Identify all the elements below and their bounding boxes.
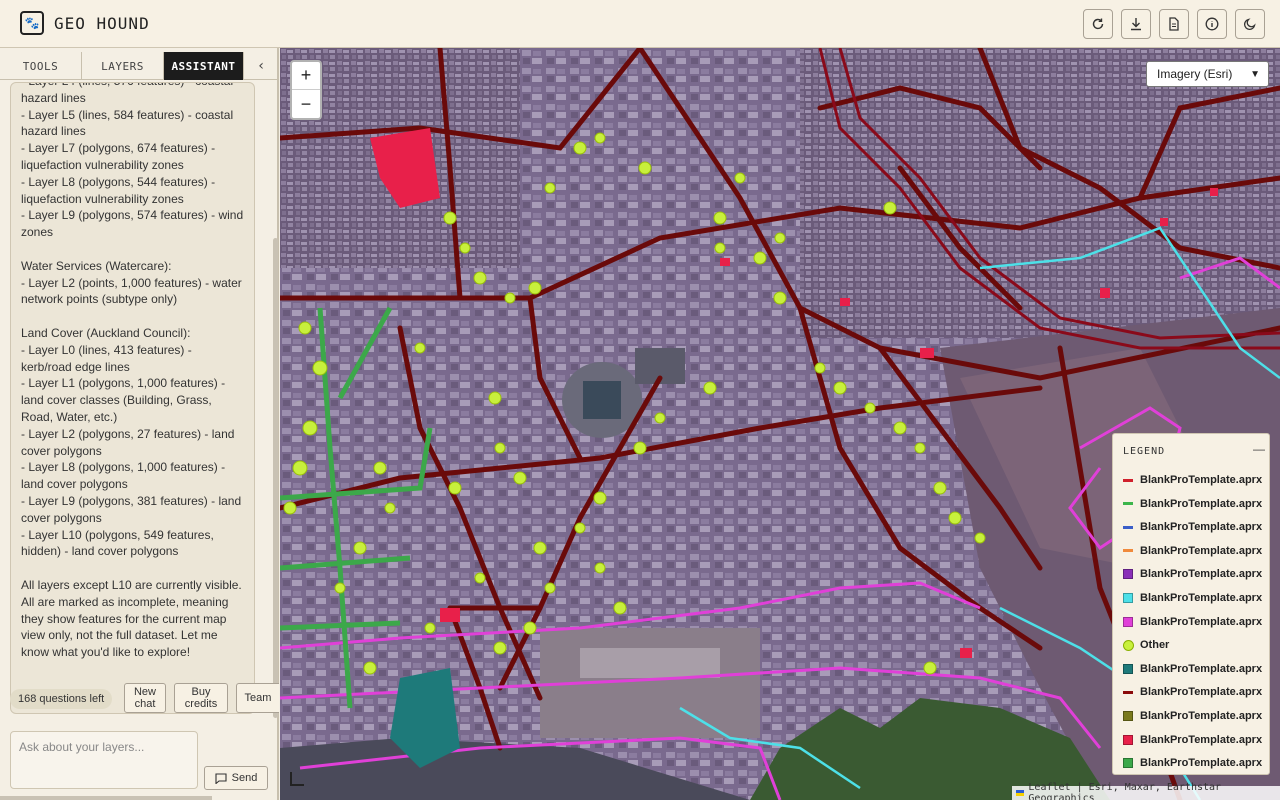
attribution-text: Leaflet | Esri, Maxar, Earthstar Geograp…: [1028, 782, 1222, 800]
legend-item: BlankProTemplate.aprx: [1123, 496, 1262, 512]
legend-swatch: [1123, 639, 1134, 651]
legend-item: Other: [1123, 637, 1169, 653]
legend-label: BlankProTemplate.aprx: [1140, 544, 1263, 557]
chat-input[interactable]: Ask about your layers...: [10, 731, 198, 789]
legend-item: BlankProTemplate.aprx: [1123, 566, 1262, 582]
basemap-select[interactable]: Imagery (Esri) ▼: [1146, 61, 1269, 87]
document-button[interactable]: [1159, 9, 1189, 39]
legend-label: BlankProTemplate.aprx: [1140, 662, 1263, 675]
ukraine-flag-icon: [1016, 790, 1025, 796]
legend-swatch: [1123, 549, 1133, 553]
chat-message-panel[interactable]: - Layer L4 (lines, 576 features) - coast…: [10, 82, 255, 714]
legend-panel: LEGEND — BlankProTemplate.aprx BlankProTe…: [1112, 433, 1270, 775]
collapse-sidebar-button[interactable]: ‹: [244, 52, 279, 80]
zoom-out-button[interactable]: −: [292, 90, 320, 118]
download-button[interactable]: [1121, 9, 1151, 39]
sidebar-tabs: TOOLS LAYERS ASSISTANT ‹: [0, 52, 279, 80]
legend-label: BlankProTemplate.aprx: [1140, 521, 1263, 534]
legend-swatch: [1123, 593, 1133, 603]
app-header: 🐾 GEO HOUND: [0, 0, 1280, 48]
legend-swatch: [1123, 711, 1133, 721]
buy-credits-button[interactable]: Buy credits: [174, 683, 228, 713]
chevron-down-icon: ▼: [1250, 68, 1260, 80]
questions-left-badge: 168 questions left: [10, 689, 113, 709]
legend-label: BlankProTemplate.aprx: [1140, 615, 1263, 628]
new-chat-button[interactable]: New chat: [124, 683, 166, 713]
team-button[interactable]: Team: [236, 683, 279, 713]
download-icon: [1131, 18, 1141, 31]
legend-swatch: [1123, 758, 1133, 769]
legend-item: BlankProTemplate.aprx: [1123, 661, 1262, 677]
refresh-icon: [1092, 18, 1104, 30]
legend-swatch: [1123, 569, 1133, 580]
tab-layers[interactable]: LAYERS: [82, 52, 164, 80]
legend-label: BlankProTemplate.aprx: [1140, 757, 1263, 770]
app-title: GEO HOUND: [54, 14, 150, 33]
legend-item: BlankProTemplate.aprx: [1123, 684, 1262, 700]
map-view[interactable]: + − Imagery (Esri) ▼ LEGEND — BlankProTe…: [280, 48, 1280, 800]
tab-assistant[interactable]: ASSISTANT: [164, 52, 244, 80]
legend-title: LEGEND: [1123, 446, 1166, 457]
zoom-in-button[interactable]: +: [292, 62, 320, 90]
legend-item: BlankProTemplate.aprx: [1123, 590, 1262, 606]
legend-swatch: [1123, 478, 1133, 482]
document-icon: [1169, 17, 1179, 31]
dark-mode-button[interactable]: [1235, 9, 1265, 39]
legend-item: BlankProTemplate.aprx: [1123, 472, 1262, 488]
legend-item: BlankProTemplate.aprx: [1123, 519, 1262, 535]
assistant-message: - Layer L4 (lines, 576 features) - coast…: [21, 83, 244, 660]
sidebar-horizontal-scrollbar[interactable]: [0, 796, 212, 800]
chat-scrollbar[interactable]: [273, 238, 278, 718]
send-label: Send: [231, 772, 258, 784]
zoom-control: + −: [290, 60, 322, 120]
legend-swatch: [1123, 502, 1133, 506]
info-icon: [1205, 17, 1219, 31]
legend-swatch: [1123, 663, 1133, 674]
basemap-selected-label: Imagery (Esri): [1157, 67, 1233, 81]
tab-tools[interactable]: TOOLS: [0, 52, 82, 80]
chat-input-placeholder: Ask about your layers...: [19, 740, 145, 754]
legend-item: BlankProTemplate.aprx: [1123, 732, 1262, 748]
legend-swatch: [1123, 734, 1133, 745]
legend-label: BlankProTemplate.aprx: [1140, 592, 1263, 604]
legend-minimize-button[interactable]: —: [1253, 442, 1265, 456]
moon-icon: [1243, 18, 1256, 31]
legend-swatch: [1123, 690, 1133, 694]
legend-item: BlankProTemplate.aprx: [1123, 543, 1262, 559]
info-button[interactable]: [1197, 9, 1227, 39]
legend-label: BlankProTemplate.aprx: [1140, 568, 1263, 581]
legend-label: BlankProTemplate.aprx: [1140, 686, 1263, 699]
legend-label: Other: [1140, 639, 1170, 652]
legend-item: BlankProTemplate.aprx: [1123, 614, 1262, 630]
paw-icon: 🐾: [20, 11, 44, 35]
legend-label: BlankProTemplate.aprx: [1140, 710, 1263, 722]
legend-item: BlankProTemplate.aprx: [1123, 708, 1262, 724]
legend-label: BlankProTemplate.aprx: [1140, 474, 1263, 486]
scale-corner-marker: [290, 772, 304, 786]
legend-item: BlankProTemplate.aprx: [1123, 755, 1262, 771]
map-attribution: Leaflet | Esri, Maxar, Earthstar Geograp…: [1012, 782, 1280, 800]
legend-label: BlankProTemplate.aprx: [1140, 497, 1263, 510]
chat-bubble-icon: [215, 772, 227, 784]
refresh-button[interactable]: [1083, 9, 1113, 39]
send-button[interactable]: Send: [204, 766, 268, 790]
legend-swatch: [1123, 525, 1133, 529]
legend-label: BlankProTemplate.aprx: [1140, 733, 1263, 746]
legend-swatch: [1123, 616, 1133, 627]
